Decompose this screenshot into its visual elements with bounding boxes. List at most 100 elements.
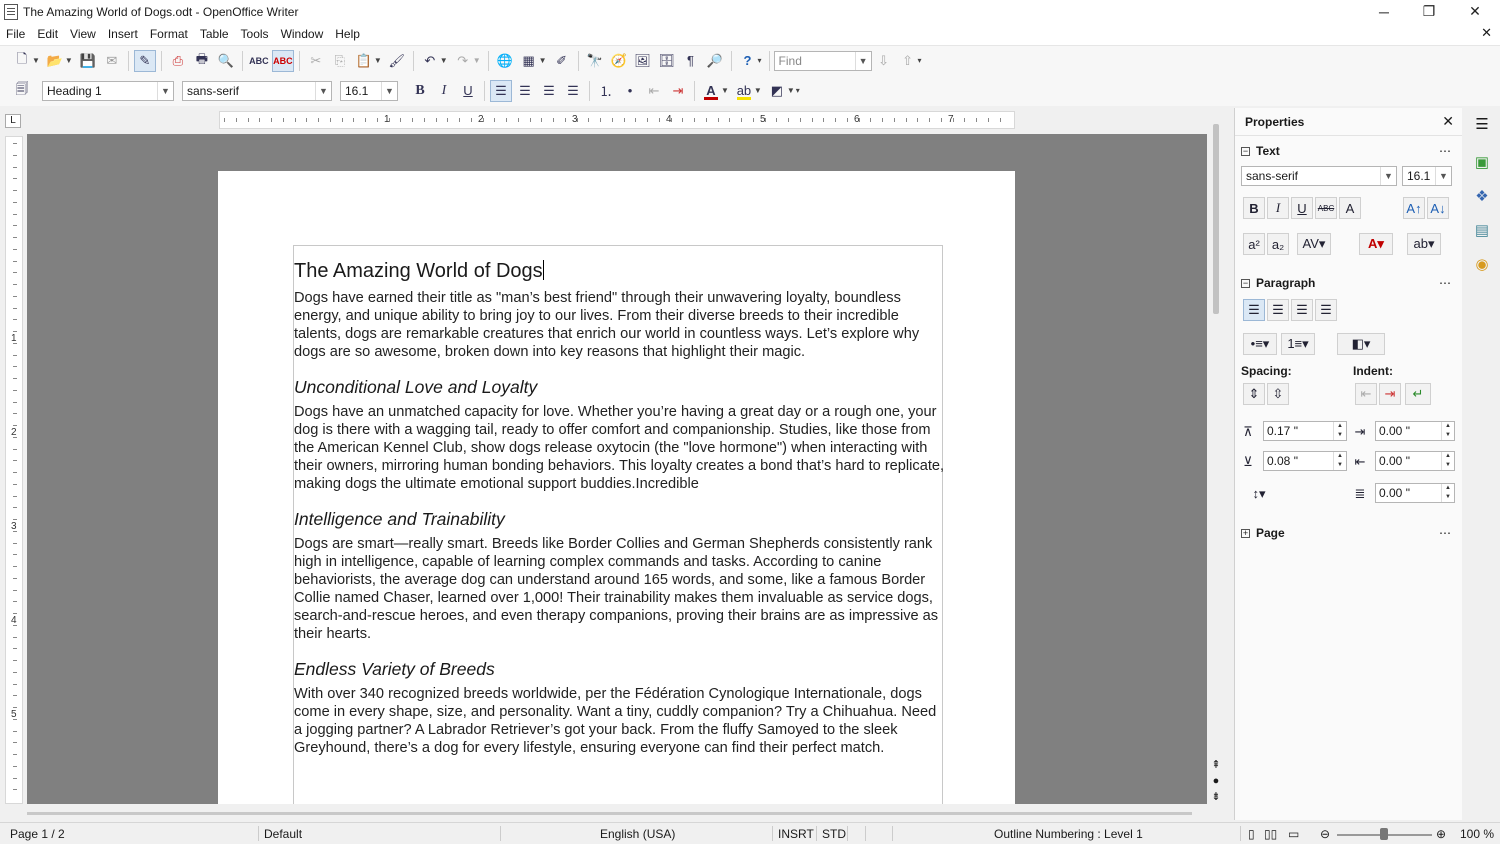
chevron-down-icon[interactable]: ▼ — [315, 81, 331, 100]
background-dropdown-icon[interactable]: ▼ — [787, 86, 795, 95]
spin-arrows-icon[interactable]: ▲ ▼ — [1333, 422, 1346, 440]
print-icon[interactable]: 🖶 — [191, 50, 213, 72]
gallery-icon[interactable]: 🖼 — [632, 50, 654, 72]
zoom-level[interactable]: 100 % — [1460, 827, 1494, 841]
data-sources-icon[interactable]: 🗄 — [656, 50, 678, 72]
align-right-icon[interactable]: ☰ — [1291, 299, 1313, 321]
paragraph-background-icon[interactable]: ◧▾ — [1337, 333, 1385, 355]
decrease-indent-icon[interactable]: ⇤ — [643, 80, 665, 102]
italic-icon[interactable]: I — [1267, 197, 1289, 219]
highlight-dropdown-icon[interactable]: ▼ — [754, 86, 762, 95]
language[interactable]: English (USA) — [600, 827, 675, 841]
zoom-icon[interactable]: 🔎 — [704, 50, 726, 72]
zoom-in-icon[interactable]: ⊕ — [1436, 827, 1446, 841]
minimize-button[interactable]: ─ — [1361, 0, 1407, 23]
open-folder-icon[interactable]: 📂 — [44, 50, 66, 72]
menu-table[interactable]: Table — [194, 27, 235, 41]
menu-edit[interactable]: Edit — [31, 27, 64, 41]
autospellcheck-icon[interactable]: ABC — [271, 49, 294, 72]
before-indent-field[interactable]: 0.00 " ▲ ▼ — [1375, 421, 1455, 441]
paragraph-more-options-icon[interactable]: ⋯ — [1439, 276, 1452, 290]
bullets-icon[interactable]: •≡▾ — [1243, 333, 1277, 355]
chevron-down-icon[interactable]: ▼ — [1435, 167, 1451, 185]
highlighting-icon[interactable]: ab — [733, 80, 755, 102]
format-toolbar-overflow-icon[interactable]: ▾ — [796, 86, 800, 95]
align-right-icon[interactable]: ☰ — [538, 80, 560, 102]
email-icon[interactable]: ✉ — [101, 50, 123, 72]
paste-icon[interactable]: 📋 — [353, 50, 375, 72]
bullets-icon[interactable]: • — [619, 80, 641, 102]
menu-help[interactable]: Help — [329, 27, 366, 41]
line-spacing-icon[interactable]: ↕▾ — [1243, 483, 1275, 505]
menu-view[interactable]: View — [64, 27, 102, 41]
copy-icon[interactable]: ⎘ — [329, 50, 351, 72]
vertical-ruler[interactable]: 1 2 3 4 5 — [5, 136, 23, 804]
background-color-icon[interactable]: ◩ — [766, 80, 788, 102]
justify-icon[interactable]: ☰ — [562, 80, 584, 102]
font-color-dropdown-icon[interactable]: ▼ — [721, 86, 729, 95]
font-size-select[interactable]: 16.1 ▼ — [340, 80, 398, 101]
increase-spacing-icon[interactable]: ⇕ — [1243, 383, 1265, 405]
increase-indent-icon[interactable]: ⇥ — [667, 80, 689, 102]
book-view-icon[interactable]: ▭ — [1288, 827, 1299, 841]
formatting-marks-icon[interactable]: ¶ — [680, 50, 702, 72]
font-name-select[interactable]: sans-serif ▼ — [182, 80, 332, 101]
decrease-spacing-icon[interactable]: ⇳ — [1267, 383, 1289, 405]
insert-mode[interactable]: INSRT — [778, 827, 814, 841]
undo-dropdown-icon[interactable]: ▼ — [440, 56, 448, 65]
after-indent-field[interactable]: 0.00 " ▲ ▼ — [1375, 451, 1455, 471]
multi-page-view-icon[interactable]: ▯▯ — [1264, 827, 1277, 841]
styles-formatting-icon[interactable]: 🗐 — [11, 80, 33, 102]
character-spacing-icon[interactable]: AV▾ — [1297, 233, 1331, 255]
align-left-icon[interactable]: ☰ — [490, 79, 512, 102]
menu-insert[interactable]: Insert — [102, 27, 144, 41]
save-icon[interactable]: 💾 — [77, 50, 99, 72]
edit-mode-icon[interactable]: ✎ — [133, 49, 156, 72]
cut-icon[interactable]: ✂ — [305, 50, 327, 72]
menu-window[interactable]: Window — [275, 27, 330, 41]
table-dropdown-icon[interactable]: ▼ — [539, 56, 547, 65]
vertical-scrollbar[interactable] — [1209, 124, 1223, 804]
new-dropdown-icon[interactable]: ▼ — [32, 56, 40, 65]
chevron-down-icon[interactable]: ▼ — [157, 81, 173, 100]
navigator-icon[interactable]: 🧭 — [608, 50, 630, 72]
gallery-tab-icon[interactable]: ▤ — [1470, 218, 1494, 242]
strikethrough-icon[interactable]: ABC — [1315, 197, 1337, 219]
underline-icon[interactable]: U — [1291, 197, 1313, 219]
paragraph-style-select[interactable]: Heading 1 ▼ — [42, 80, 174, 101]
underline-icon[interactable]: U — [457, 80, 479, 102]
draw-functions-icon[interactable]: ✐ — [551, 50, 573, 72]
navigation-icon[interactable]: ● — [1207, 773, 1225, 789]
horizontal-scrollbar[interactable] — [27, 806, 1207, 820]
section-paragraph[interactable]: Dogs are smart—really smart. Breeds like… — [294, 535, 946, 643]
menu-file[interactable]: File — [0, 27, 31, 41]
styles-tab-icon[interactable]: ❖ — [1470, 184, 1494, 208]
document-title[interactable]: The Amazing World of Dogs — [294, 259, 946, 283]
font-color-icon[interactable]: A — [700, 80, 722, 102]
selection-mode[interactable]: STD — [822, 827, 846, 841]
tab-stop-selector[interactable]: L — [5, 114, 21, 128]
numbering-icon[interactable]: ⒈ — [595, 80, 617, 102]
zoom-out-icon[interactable]: ⊖ — [1320, 827, 1330, 841]
navigator-tab-icon[interactable]: ◉ — [1470, 252, 1494, 276]
section-heading[interactable]: Intelligence and Trainability — [294, 508, 946, 530]
close-icon[interactable]: ✕ — [1442, 113, 1454, 130]
previous-page-icon[interactable]: ⇞ — [1207, 757, 1225, 773]
chevron-down-icon[interactable]: ▼ — [854, 51, 871, 70]
section-paragraph[interactable]: With over 340 recognized breeds worldwid… — [294, 685, 946, 757]
section-heading[interactable]: Endless Variety of Breeds — [294, 658, 946, 680]
new-document-icon[interactable]: 🗋 — [11, 50, 33, 72]
numbering-icon[interactable]: 1≡▾ — [1281, 333, 1315, 355]
align-center-icon[interactable]: ☰ — [514, 80, 536, 102]
print-preview-icon[interactable]: 🔍 — [215, 50, 237, 72]
decrease-font-icon[interactable]: A↓ — [1427, 197, 1449, 219]
bold-icon[interactable]: B — [409, 80, 431, 102]
maximize-button[interactable]: ❐ — [1406, 0, 1452, 23]
superscript-icon[interactable]: a² — [1243, 233, 1265, 255]
find-input[interactable]: Find ▼ — [773, 50, 872, 71]
section-paragraph[interactable]: Dogs have an unmatched capacity for love… — [294, 403, 946, 493]
hanging-indent-icon[interactable]: ↵ — [1405, 383, 1431, 405]
sidebar-menu-icon[interactable]: ☰ — [1470, 112, 1494, 136]
font-color-icon[interactable]: A▾ — [1359, 233, 1393, 255]
below-spacing-field[interactable]: 0.08 " ▲ ▼ — [1263, 451, 1347, 471]
